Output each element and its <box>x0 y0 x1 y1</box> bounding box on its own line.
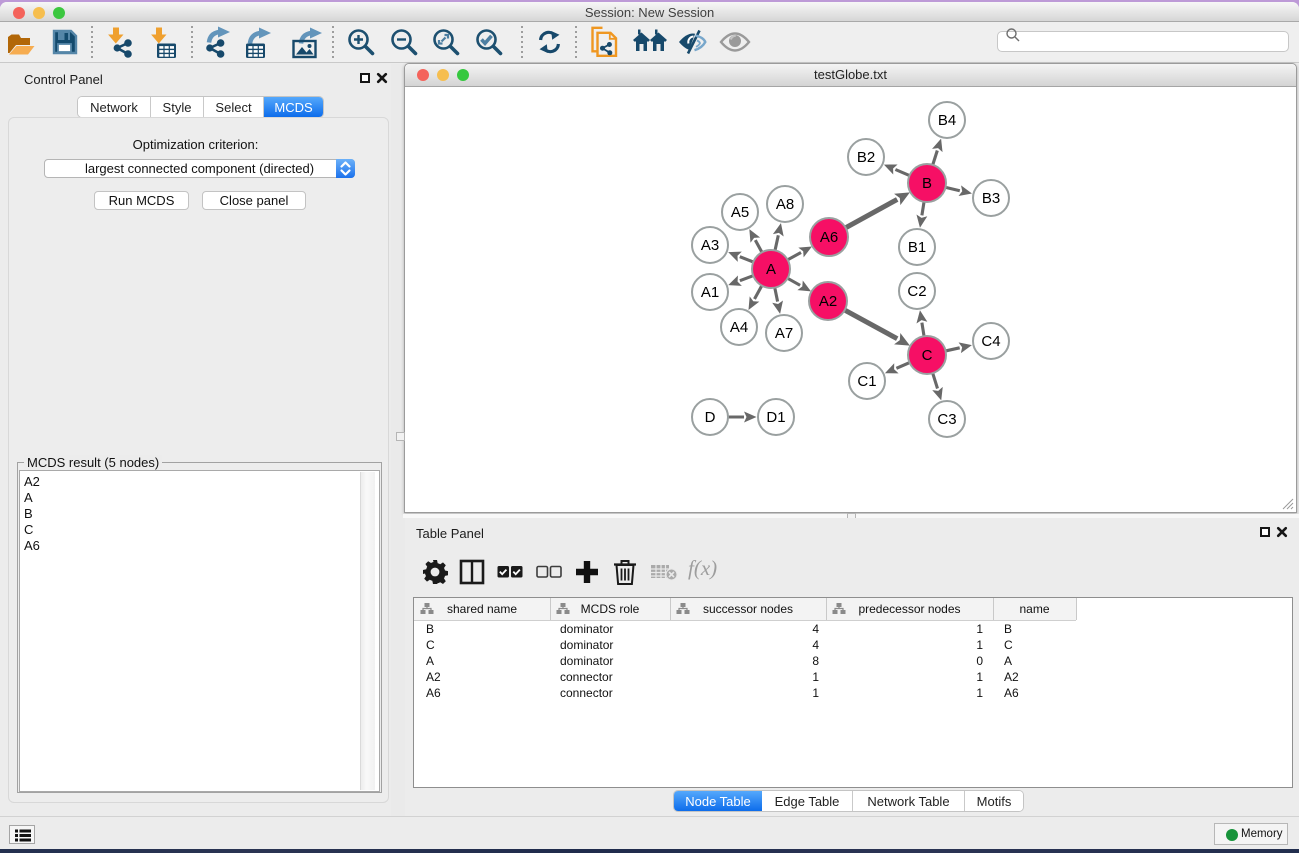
svg-text:A4: A4 <box>730 319 748 336</box>
svg-text:B2: B2 <box>857 149 875 166</box>
svg-text:C1: C1 <box>857 373 876 390</box>
svg-text:A7: A7 <box>775 325 793 342</box>
svg-text:A5: A5 <box>731 204 749 221</box>
svg-text:A: A <box>766 261 776 278</box>
svg-text:A2: A2 <box>819 293 837 310</box>
svg-text:D: D <box>705 409 716 426</box>
svg-text:C3: C3 <box>937 411 956 428</box>
svg-text:C: C <box>922 347 933 364</box>
svg-text:C4: C4 <box>981 333 1000 350</box>
svg-text:B1: B1 <box>908 239 926 256</box>
svg-text:A6: A6 <box>820 229 838 246</box>
svg-text:B4: B4 <box>938 112 956 129</box>
svg-text:A3: A3 <box>701 237 719 254</box>
svg-text:A8: A8 <box>776 196 794 213</box>
svg-text:B: B <box>922 175 932 192</box>
svg-text:D1: D1 <box>766 409 785 426</box>
svg-text:C2: C2 <box>907 283 926 300</box>
svg-text:B3: B3 <box>982 190 1000 207</box>
svg-text:A1: A1 <box>701 284 719 301</box>
